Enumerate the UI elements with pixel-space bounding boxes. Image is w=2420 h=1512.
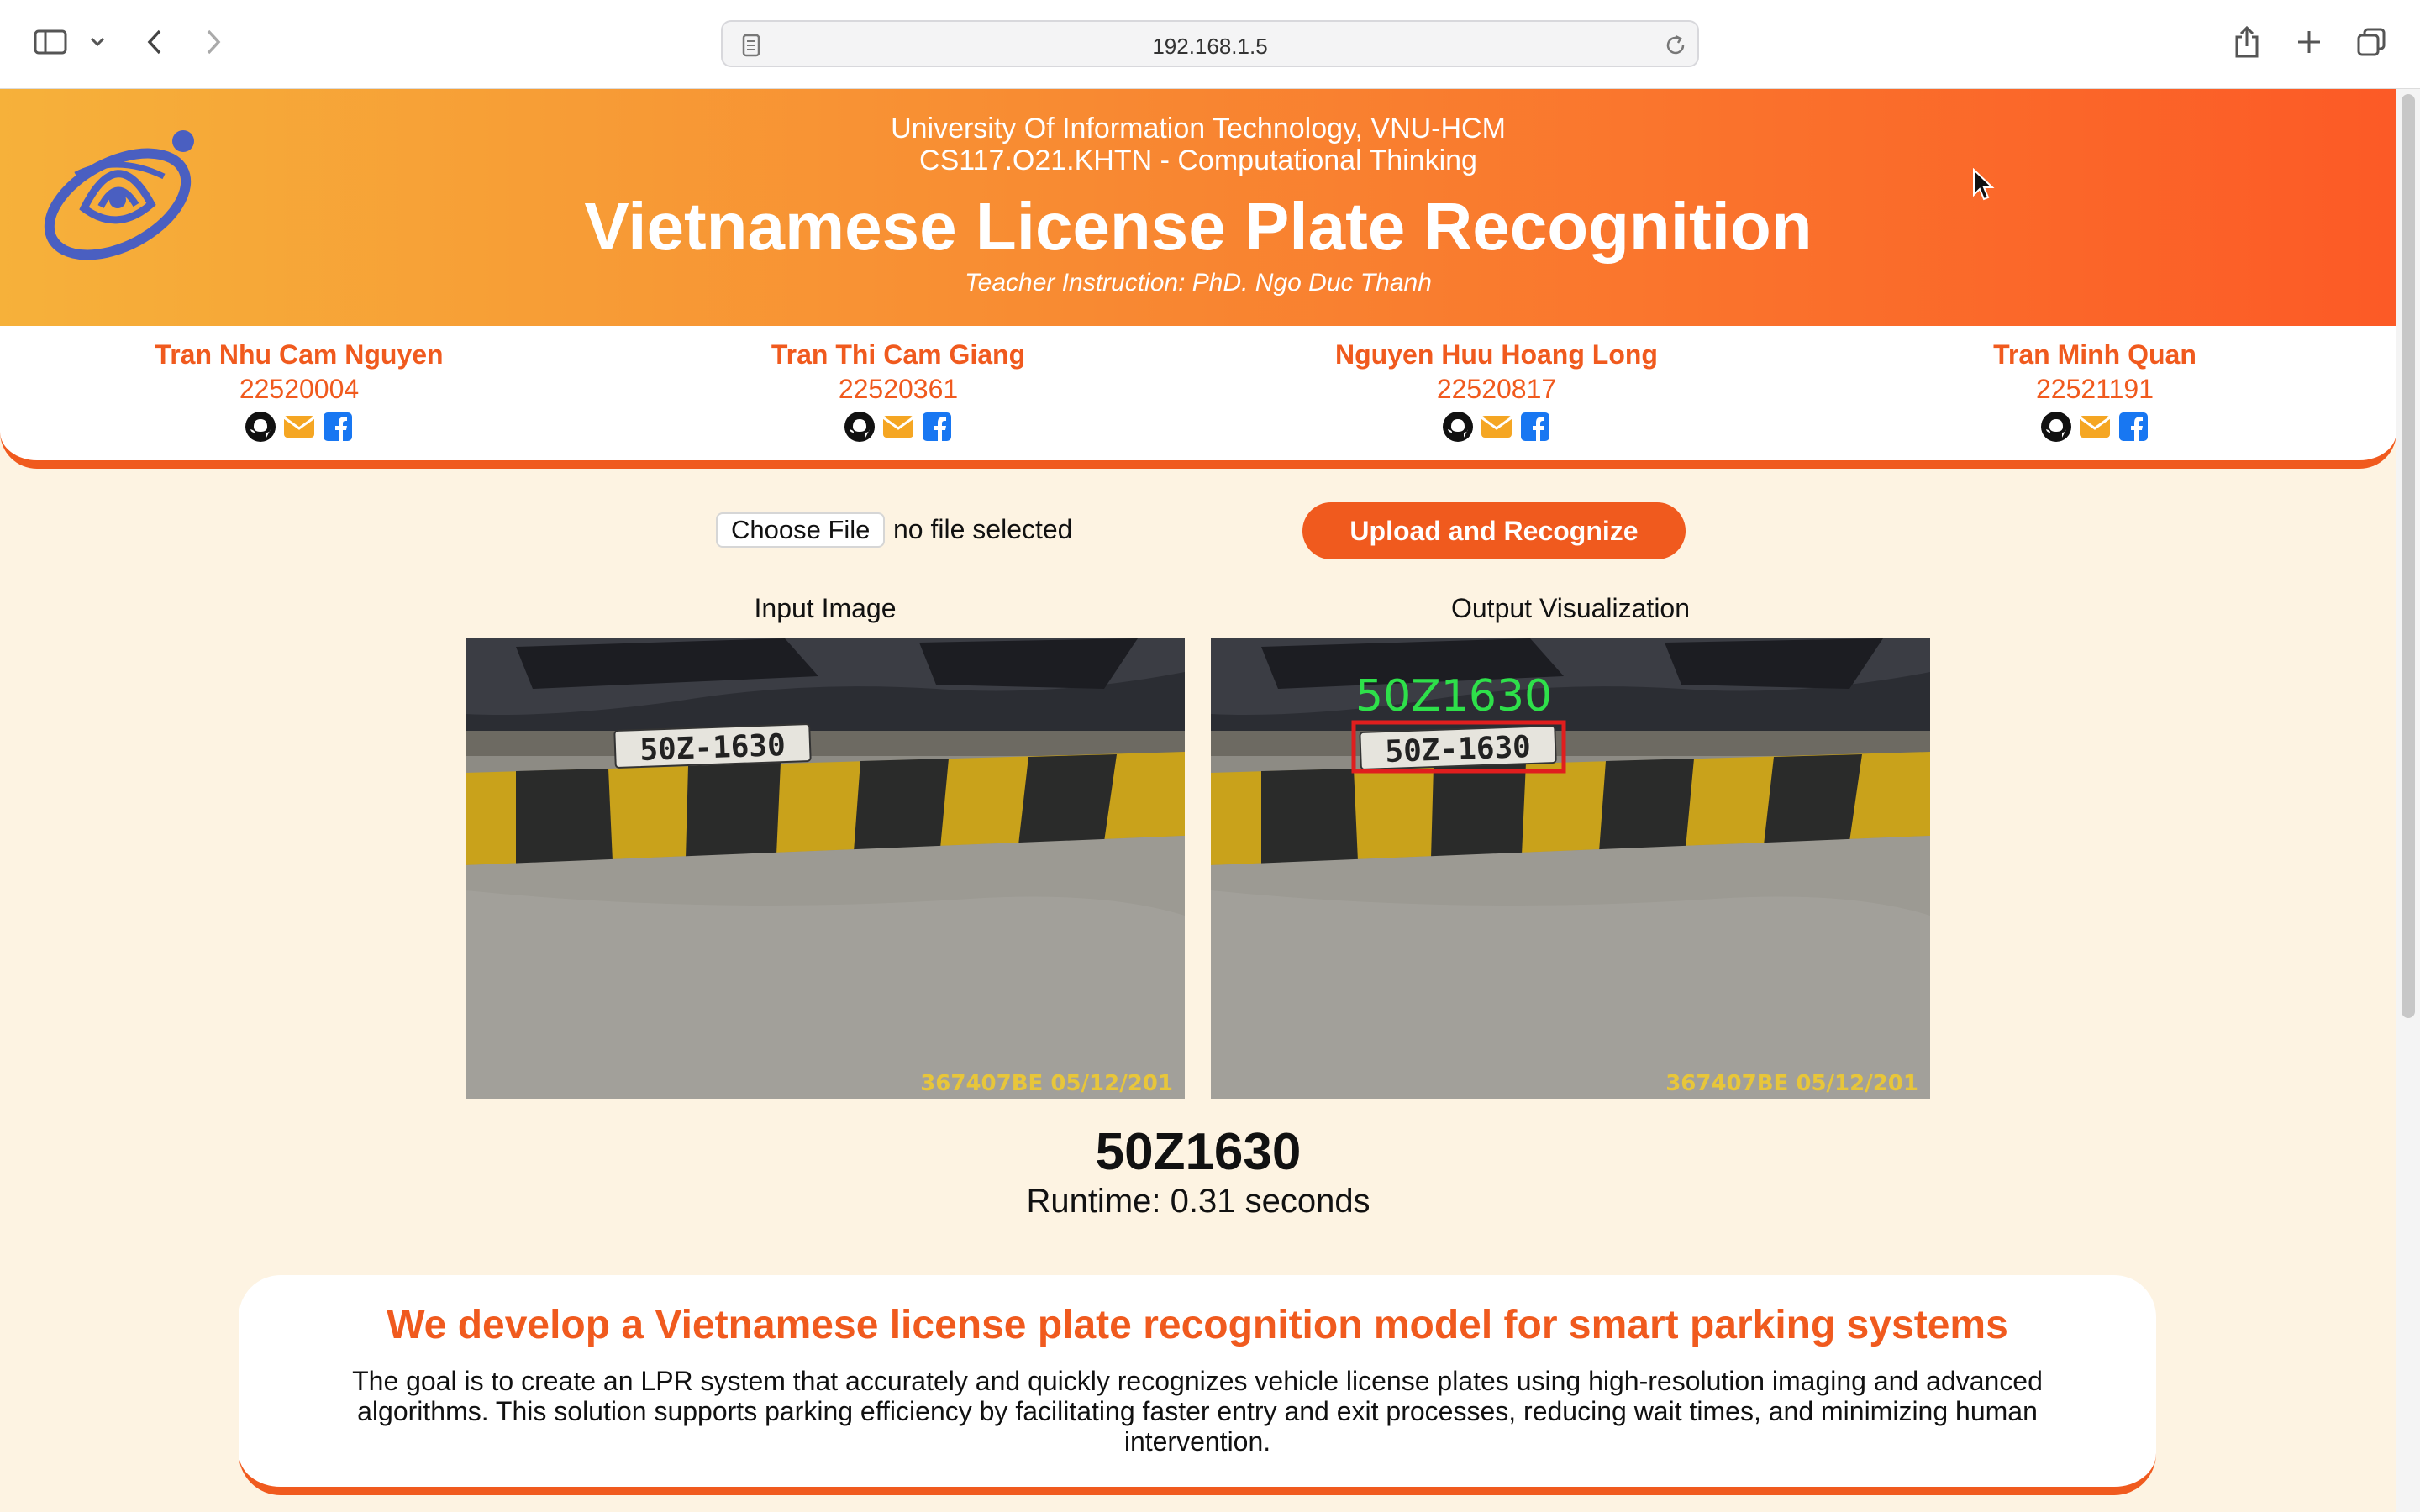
- member-id: 22520361: [838, 374, 959, 404]
- github-icon[interactable]: [1441, 410, 1475, 444]
- member-card: Tran Nhu Cam Nguyen 22520004: [47, 339, 551, 444]
- reload-icon[interactable]: [1659, 29, 1692, 62]
- facebook-icon[interactable]: [321, 410, 355, 444]
- upload-and-recognize-button[interactable]: Upload and Recognize: [1302, 502, 1686, 559]
- page-content: University Of Information Technology, VN…: [0, 89, 2396, 1512]
- url-text: 192.168.1.5: [1152, 34, 1268, 59]
- input-image-label: Input Image: [754, 593, 897, 623]
- output-timestamp: 367407BE 05/12/201: [1665, 1071, 1918, 1096]
- chevron-down-icon[interactable]: [81, 25, 114, 59]
- email-icon[interactable]: [1480, 410, 1513, 444]
- choose-file-button[interactable]: Choose File: [716, 512, 886, 548]
- github-icon[interactable]: [244, 410, 277, 444]
- mouse-cursor-icon: [1971, 167, 1996, 202]
- member-name: Tran Minh Quan: [1993, 339, 2196, 370]
- member-name: Tran Thi Cam Giang: [771, 339, 1026, 370]
- facebook-icon[interactable]: [1518, 410, 1552, 444]
- browser-toolbar: 192.168.1.5: [0, 0, 2420, 89]
- page-scrollbar[interactable]: [2396, 89, 2420, 1512]
- github-icon[interactable]: [2039, 410, 2073, 444]
- tab-overview-icon[interactable]: [2354, 25, 2388, 59]
- scrollbar-thumb[interactable]: [2402, 94, 2415, 1018]
- facebook-icon[interactable]: [920, 410, 954, 444]
- teacher-instruction: Teacher Instruction: PhD. Ngo Duc Thanh: [965, 269, 1432, 297]
- detected-plate-overlay: 50Z1630: [1355, 671, 1552, 722]
- output-plate-text: 50Z-1630: [1385, 730, 1532, 769]
- member-name: Tran Nhu Cam Nguyen: [155, 339, 444, 370]
- sidebar-toggle-icon[interactable]: [34, 25, 67, 59]
- input-plate-text: 50Z-1630: [639, 728, 786, 768]
- member-card: Tran Thi Cam Giang 22520361: [646, 339, 1150, 444]
- university-name: University Of Information Technology, VN…: [891, 113, 1506, 144]
- about-body: The goal is to create an LPR system that…: [352, 1366, 2043, 1457]
- github-icon[interactable]: [843, 410, 876, 444]
- hero-banner: University Of Information Technology, VN…: [0, 89, 2396, 326]
- input-timestamp: 367407BE 05/12/201: [920, 1071, 1173, 1096]
- member-card: Nguyen Huu Hoang Long 22520817: [1244, 339, 1749, 444]
- team-members: Tran Nhu Cam Nguyen 22520004 Tran Thi Ca…: [0, 326, 2396, 469]
- runtime-text: Runtime: 0.31 seconds: [1026, 1183, 1370, 1220]
- member-card: Tran Minh Quan 22521191: [1843, 339, 2347, 444]
- upload-controls: Choose File no file selected Upload and …: [0, 496, 2396, 563]
- back-icon[interactable]: [138, 25, 171, 59]
- member-name: Nguyen Huu Hoang Long: [1335, 339, 1658, 370]
- address-bar[interactable]: 192.168.1.5: [721, 20, 1699, 67]
- course-name: CS117.O21.KHTN - Computational Thinking: [919, 144, 1477, 176]
- email-icon[interactable]: [881, 410, 915, 444]
- forward-icon[interactable]: [197, 25, 230, 59]
- member-id: 22520817: [1436, 374, 1557, 404]
- recognized-plate: 50Z1630: [1095, 1123, 1302, 1181]
- output-visualization-label: Output Visualization: [1450, 593, 1691, 623]
- new-tab-icon[interactable]: [2292, 25, 2326, 59]
- member-id: 22520004: [239, 374, 360, 404]
- facebook-icon[interactable]: [2117, 410, 2150, 444]
- output-visualization-image: 50Z-1630 50Z1630 367407BE 05/12/201: [1211, 638, 1930, 1099]
- file-status: no file selected: [893, 514, 1073, 544]
- about-section: We develop a Vietnamese license plate re…: [239, 1275, 2156, 1495]
- member-id: 22521191: [2036, 374, 2154, 404]
- input-image: 50Z-1630 367407BE 05/12/201: [466, 638, 1185, 1099]
- about-heading: We develop a Vietnamese license plate re…: [387, 1303, 2008, 1347]
- email-icon[interactable]: [282, 410, 316, 444]
- page-title: Vietnamese License Plate Recognition: [584, 189, 1812, 264]
- email-icon[interactable]: [2078, 410, 2112, 444]
- share-icon[interactable]: [2230, 25, 2264, 59]
